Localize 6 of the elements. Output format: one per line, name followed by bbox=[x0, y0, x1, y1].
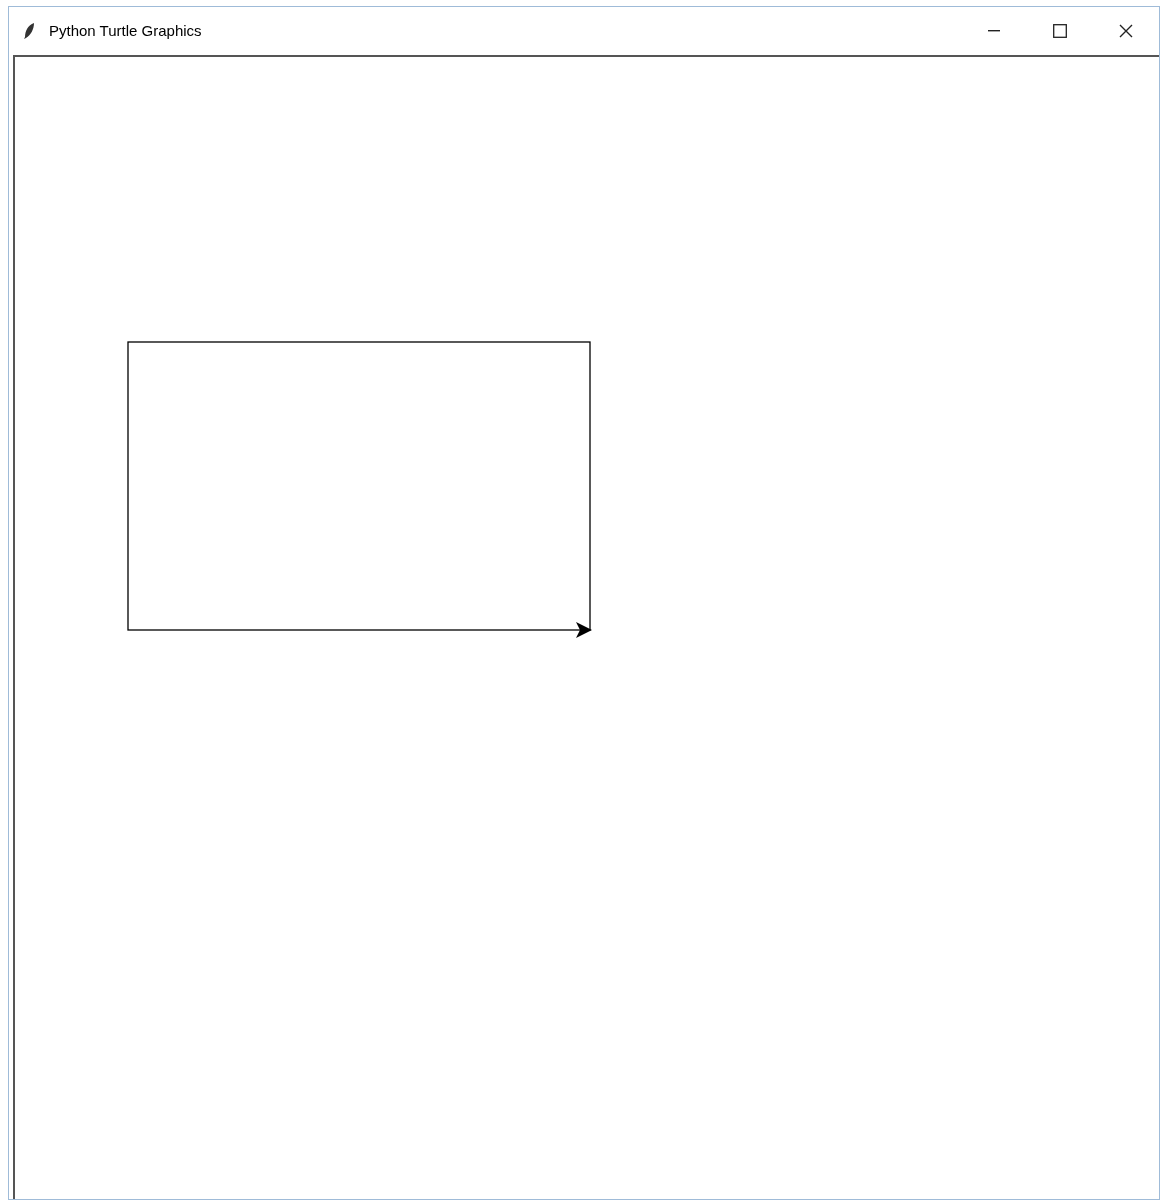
turtle-arrow-icon bbox=[576, 622, 592, 638]
maximize-icon bbox=[1053, 24, 1067, 38]
close-icon bbox=[1119, 24, 1133, 38]
minimize-icon bbox=[988, 30, 1000, 32]
feather-icon bbox=[23, 22, 35, 40]
window-title: Python Turtle Graphics bbox=[49, 20, 202, 41]
